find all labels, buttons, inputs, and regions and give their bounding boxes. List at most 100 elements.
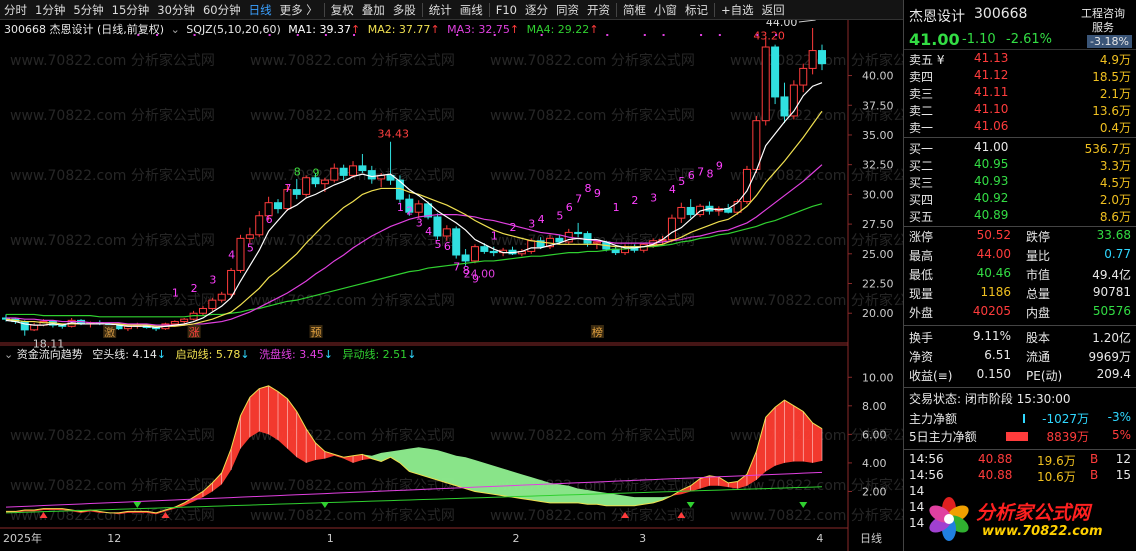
stat-key: 涨停 [909, 230, 934, 244]
flow-bar [1006, 432, 1028, 441]
candle-body [320, 179, 329, 185]
tick-time: 14 [909, 484, 925, 498]
stock-chart-app: 分时 1分钟 5分钟 15分钟 30分钟 60分钟 日线 更多 〉复权 叠加 多股 统计 画线 F10 逐… [0, 0, 1136, 551]
stat-key: 总量 [1026, 287, 1051, 301]
bid-row: 买四 40.92 2.0万 [904, 191, 1136, 208]
dropdown-icon[interactable]: ⌄ [171, 23, 180, 36]
candle-body [198, 307, 207, 314]
sector-name-2[interactable]: 服务 [1092, 19, 1114, 35]
dropdown-icon[interactable]: ⌄ [4, 348, 13, 361]
tick-row: 14:56 40.88 19.6万 B 12 [904, 452, 1136, 469]
kline-chart-svg[interactable]: www.70822.com 分析家公式网 www.70822.com 分析家公式网… [0, 20, 903, 551]
signal-dot [718, 34, 721, 36]
candle-body [367, 170, 376, 180]
toolbar-item-6[interactable]: 日线 [245, 0, 276, 20]
candle-body [339, 167, 348, 176]
toolbar-item-4[interactable]: 30分钟 [153, 0, 199, 20]
signal-dot [662, 34, 665, 36]
ma1-label: MA1: 39.37 [288, 23, 351, 36]
flow-label: 主力净额 [909, 412, 958, 426]
date-label: 4 [816, 532, 823, 545]
signal-digit: 4 [228, 249, 235, 262]
candle-body [292, 189, 301, 195]
line2-label: 启动线: 5.78 [175, 348, 241, 361]
candle-body [555, 237, 564, 243]
signal-digit: 4 [669, 183, 676, 196]
divider [904, 137, 1136, 138]
sub-indicator-name[interactable]: 资金流向趋势 [17, 348, 83, 361]
price-change-pct: -2.61% [1006, 32, 1052, 47]
date-label: 2025年 [3, 531, 42, 545]
toolbar-item-11[interactable]: 统计 [425, 0, 456, 20]
signal-digit: 6 [444, 240, 451, 253]
tick-side: B [1090, 452, 1099, 466]
signal-digit: 7 [575, 193, 582, 206]
candle-body [667, 217, 676, 241]
sub-axis-label: 2.00 [862, 485, 887, 498]
toolbar-separator [713, 2, 715, 17]
ask-price: 41.13 [974, 51, 1009, 65]
toolbar-item-7[interactable]: 更多 〉 [276, 0, 322, 20]
candle-body [677, 206, 686, 219]
tag-label: 激 [104, 325, 115, 339]
candle-body [330, 167, 339, 181]
watermark-text: www.70822.com 分析家公式网 [10, 107, 215, 124]
toolbar-item-2[interactable]: 5分钟 [69, 0, 107, 20]
ask-row: 卖一 41.06 0.4万 [904, 119, 1136, 136]
candle-body [583, 233, 592, 244]
toolbar-item-9[interactable]: 叠加 [358, 0, 389, 20]
toolbar-item-15[interactable]: 同资 [552, 0, 583, 20]
candle-body [780, 96, 789, 117]
candle-body [799, 67, 808, 86]
toolbar-item-18[interactable]: 小窗 [650, 0, 681, 20]
toolbar-item-19[interactable]: 标记 [681, 0, 712, 20]
toolbar-item-12[interactable]: 画线 [456, 0, 487, 20]
line4-label: 异动线: 2.51 [342, 348, 408, 361]
toolbar-item-16[interactable]: 开资 [583, 0, 614, 20]
stat-row: 外盘 40205 内盘 50576 [904, 304, 1136, 321]
flow-row: 5日主力净额 8839万 5% [904, 428, 1136, 445]
stat-key: 跌停 [1026, 230, 1051, 244]
candle-body [480, 246, 489, 252]
signal-digit: 6 [266, 213, 273, 226]
main-legend: 300668 杰恩设计 (日线,前复权) ⌄ SQJZ(5,10,20,60) … [4, 21, 599, 37]
watermark-text: www.70822.com 分析家公式网 [10, 427, 215, 444]
high2-label: 44.00 [766, 20, 798, 29]
line1-label: 空头线: 4.14 [92, 348, 157, 361]
bid-volume: 3.3万 [1099, 159, 1131, 173]
toolbar-item-0[interactable]: 分时 [0, 0, 31, 20]
signal-digit: 9 [313, 167, 320, 180]
signal-digit: 4 [538, 213, 545, 226]
candle-body [489, 250, 498, 254]
candle-body [349, 165, 358, 176]
candle-body [170, 321, 179, 325]
bid-volume: 4.5万 [1099, 176, 1131, 190]
toolbar-item-14[interactable]: 逐分 [521, 0, 552, 20]
ask-price: 41.11 [974, 85, 1009, 99]
toolbar-item-10[interactable]: 多股 [389, 0, 420, 20]
down-arrow-icon: ↓ [407, 348, 417, 361]
watermark-text: www.70822.com 分析家公式网 [490, 107, 695, 124]
date-label: 12 [107, 532, 121, 545]
kline-chart-area[interactable]: www.70822.com 分析家公式网 www.70822.com 分析家公式网… [0, 20, 903, 551]
candle-body [461, 254, 470, 262]
signal-digit: 8 [585, 182, 592, 195]
signal-digit: 6 [566, 201, 573, 214]
toolbar-item-5[interactable]: 60分钟 [199, 0, 245, 20]
bid-row: 买一 41.00 536.7万 [904, 140, 1136, 157]
down-arrow-icon: ↓ [156, 348, 167, 361]
toolbar-item-13[interactable]: F10 [492, 0, 521, 20]
toolbar-item-1[interactable]: 1分钟 [31, 0, 69, 20]
high-label: 34.43 [378, 128, 410, 141]
sector-pct: -3.18% [1087, 35, 1132, 48]
toolbar-item-8[interactable]: 复权 [327, 0, 358, 20]
stat-row: 最高 44.00 量比 0.77 [904, 247, 1136, 264]
price-axis-label: 22.50 [862, 278, 894, 291]
toolbar-item-20[interactable]: +自选 [717, 0, 758, 20]
stat-row: 净资 6.51 流通 9969万 [904, 348, 1136, 365]
stat-key: 市值 [1026, 268, 1051, 282]
toolbar-item-21[interactable]: 返回 [758, 0, 789, 20]
toolbar-item-17[interactable]: 简框 [619, 0, 650, 20]
toolbar-item-3[interactable]: 15分钟 [108, 0, 154, 20]
indicator-name[interactable]: SQJZ(5,10,20,60) [186, 23, 280, 36]
